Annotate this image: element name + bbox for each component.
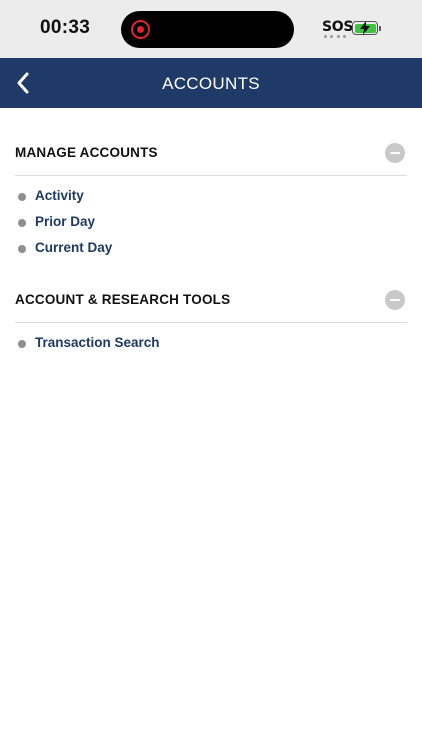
menu-item-transaction-search[interactable]: Transaction Search [15, 332, 407, 358]
minus-circle-icon[interactable] [385, 143, 405, 163]
bullet-icon [18, 340, 26, 348]
bullet-icon [18, 193, 26, 201]
sos-indicator: SOS [322, 19, 354, 35]
menu-item-prior-day[interactable]: Prior Day [15, 211, 407, 237]
menu-item-activity[interactable]: Activity [15, 185, 407, 211]
minus-circle-icon[interactable] [385, 290, 405, 310]
navigation-bar: ACCOUNTS [0, 58, 422, 108]
menu-item-label: Current Day [35, 240, 113, 255]
section-manage-accounts: MANAGE ACCOUNTS Activity Prior Day Curre… [15, 132, 407, 263]
menu-list: Transaction Search [15, 332, 407, 358]
battery-charging-icon [352, 21, 381, 35]
bullet-icon [18, 245, 26, 253]
bullet-icon [18, 219, 26, 227]
status-time: 00:33 [40, 17, 91, 38]
section-title: ACCOUNT & RESEARCH TOOLS [15, 292, 231, 307]
page-title: ACCOUNTS [162, 74, 260, 93]
section-title: MANAGE ACCOUNTS [15, 145, 158, 160]
section-header[interactable]: ACCOUNT & RESEARCH TOOLS [15, 279, 407, 323]
menu-item-label: Activity [35, 188, 84, 203]
screen-recording-icon [131, 20, 150, 39]
dynamic-island [121, 11, 294, 48]
menu-item-label: Transaction Search [35, 335, 160, 350]
signal-dots-icon [324, 35, 346, 39]
section-header[interactable]: MANAGE ACCOUNTS [15, 132, 407, 176]
menu-item-current-day[interactable]: Current Day [15, 237, 407, 263]
menu-list: Activity Prior Day Current Day [15, 185, 407, 263]
status-bar: 00:33 SOS [0, 0, 422, 58]
menu-item-label: Prior Day [35, 214, 96, 229]
section-account-research-tools: ACCOUNT & RESEARCH TOOLS Transaction Sea… [15, 279, 407, 358]
